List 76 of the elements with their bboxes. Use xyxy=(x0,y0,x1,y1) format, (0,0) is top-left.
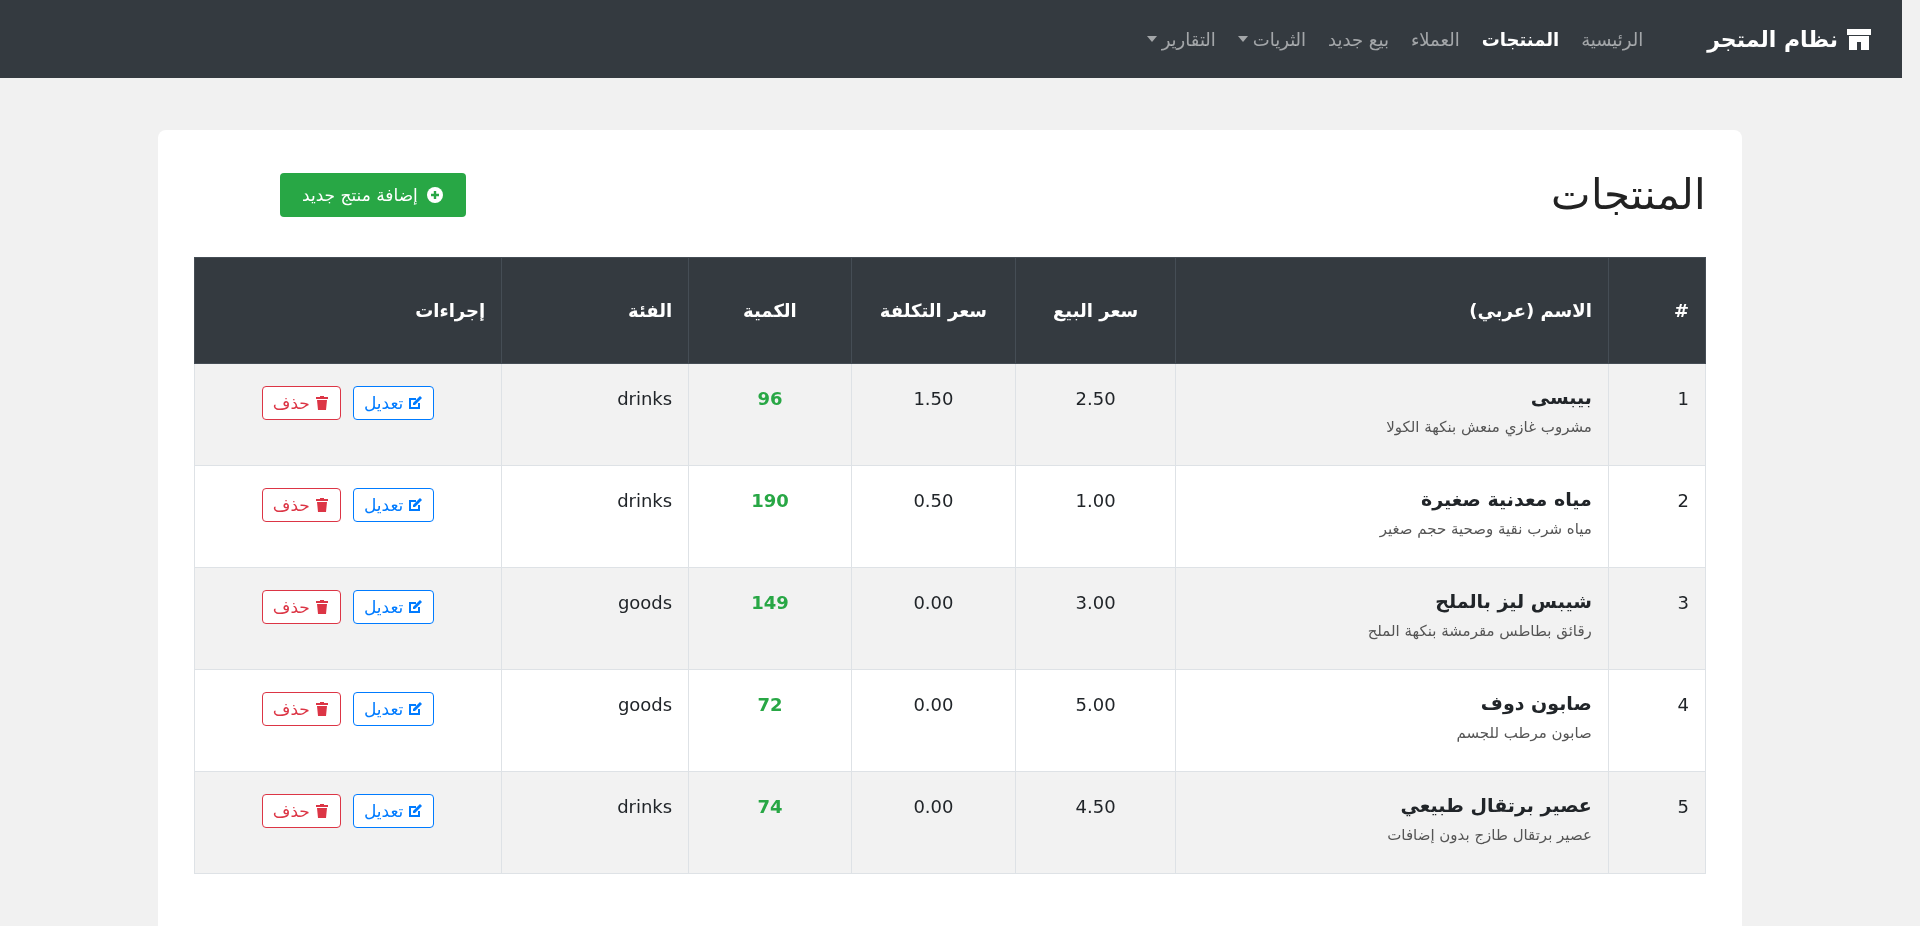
delete-button[interactable]: حذف xyxy=(261,692,341,726)
nav-link[interactable]: العملاء xyxy=(1410,28,1460,50)
table-cell-text: 3.00 xyxy=(1075,591,1116,613)
delete-button[interactable]: حذف xyxy=(261,386,341,420)
column-header: سعر التكلفة xyxy=(879,300,988,321)
product-description: مياه شرب نقية وصحية حجم صغير xyxy=(1378,520,1592,538)
nav-link[interactable]: المنتجات xyxy=(1481,28,1560,50)
column-header: سعر البيع xyxy=(1053,300,1139,321)
table-cell-text: 2.50 xyxy=(1075,387,1116,409)
page-title: المنتجات xyxy=(1551,170,1706,219)
table-cell-text: 4.50 xyxy=(1075,795,1116,817)
delete-button[interactable]: حذف xyxy=(261,590,341,624)
row-number: 2 xyxy=(1677,489,1689,511)
quantity-cell-text: 74 xyxy=(757,795,783,817)
table-cell-text: 5.00 xyxy=(1075,693,1116,715)
product-name: مياه معدنية صغيرة xyxy=(1420,487,1592,510)
brand-name: نظام المتجر xyxy=(1707,26,1838,52)
table-cell-text: 1.50 xyxy=(913,387,954,409)
category-cell-text: goods xyxy=(617,693,673,715)
brand-link[interactable]: نظام المتجر xyxy=(1707,26,1872,52)
edit-button[interactable]: تعديل xyxy=(352,488,435,522)
store-icon xyxy=(1846,27,1872,51)
trash-icon xyxy=(313,497,330,513)
edit-icon xyxy=(407,803,424,819)
column-header: إجراءات xyxy=(415,300,486,321)
nav-link[interactable]: الثريات xyxy=(1237,28,1307,50)
edit-icon xyxy=(407,599,424,615)
table-cell-text: 0.50 xyxy=(913,489,954,511)
category-cell-text: drinks xyxy=(617,795,673,817)
edit-button[interactable]: تعديل xyxy=(352,794,435,828)
column-header: الفئة xyxy=(628,300,673,321)
product-description: عصير برتقال طازج بدون إضافات xyxy=(1386,826,1592,844)
category-cell-text: goods xyxy=(617,591,673,613)
edit-button[interactable]: تعديل xyxy=(352,692,435,726)
nav-link[interactable]: بيع جديد xyxy=(1328,28,1389,50)
quantity-cell-text: 96 xyxy=(757,387,783,409)
row-number: 1 xyxy=(1677,387,1689,409)
product-description: صابون مرطب للجسم xyxy=(1455,724,1592,742)
product-name: عصير برتقال طبيعي xyxy=(1399,793,1592,816)
product-name: شيبس ليز بالملح xyxy=(1434,589,1592,612)
row-number: 3 xyxy=(1677,591,1689,613)
column-header: الكمية xyxy=(743,300,797,321)
table-cell-text: 0.00 xyxy=(913,795,954,817)
trash-icon xyxy=(313,599,330,615)
category-cell-text: drinks xyxy=(617,387,673,409)
delete-button[interactable]: حذف xyxy=(261,794,341,828)
table-cell-text: 1.00 xyxy=(1075,489,1116,511)
caret-icon xyxy=(1237,36,1248,42)
product-name: بيبسى xyxy=(1529,385,1592,408)
category-cell-text: drinks xyxy=(617,489,673,511)
product-description: رقائق بطاطس مقرمشة بنكهة الملح xyxy=(1366,622,1592,640)
column-header: # xyxy=(1673,300,1689,321)
edit-button[interactable]: تعديل xyxy=(352,386,435,420)
table-cell-text: 0.00 xyxy=(913,693,954,715)
edit-icon xyxy=(407,701,424,717)
column-header: الاسم (عربي) xyxy=(1469,300,1592,321)
quantity-cell-text: 190 xyxy=(751,489,789,511)
edit-icon xyxy=(407,395,424,411)
edit-button[interactable]: تعديل xyxy=(352,590,435,624)
row-number: 4 xyxy=(1677,693,1689,715)
quantity-cell-text: 72 xyxy=(757,693,783,715)
delete-button[interactable]: حذف xyxy=(261,488,341,522)
nav-link[interactable]: الرئيسية xyxy=(1581,28,1644,50)
edit-icon xyxy=(407,497,424,513)
plus-circle-icon xyxy=(425,185,444,204)
product-name: صابون دوف xyxy=(1479,691,1592,714)
caret-icon xyxy=(1146,36,1157,42)
row-number: 5 xyxy=(1677,795,1689,817)
add-product-button[interactable]: إضافة منتج جديد xyxy=(280,172,466,217)
product-description: مشروب غازي منعش بنكهة الكولا xyxy=(1385,418,1592,436)
table-cell-text: 0.00 xyxy=(913,591,954,613)
nav-link[interactable]: التقارير xyxy=(1146,28,1216,50)
quantity-cell-text: 149 xyxy=(751,591,789,613)
trash-icon xyxy=(313,395,330,411)
trash-icon xyxy=(313,803,330,819)
trash-icon xyxy=(313,701,330,717)
